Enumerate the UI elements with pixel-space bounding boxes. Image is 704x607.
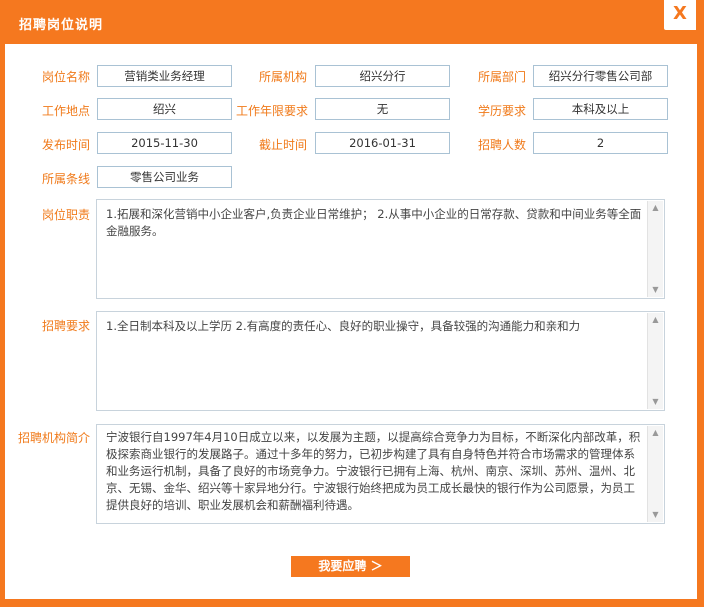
org-field: 绍兴分行 [315, 65, 450, 87]
location-label: 工作地点 [42, 104, 91, 118]
education-label: 学历要求 [478, 104, 527, 118]
intro-scrollbar[interactable]: ▲ ▼ [647, 426, 663, 522]
experience-label: 工作年限要求 [236, 104, 309, 118]
duties-textarea[interactable]: 1.拓展和深化营销中小企业客户,负责企业日常维护； 2.从事中小企业的日常存款、… [96, 199, 665, 299]
dialog-titlebar: 招聘岗位说明 X [0, 0, 704, 44]
line-label: 所属条线 [42, 172, 91, 186]
experience-field: 无 [315, 98, 450, 120]
position-name-label: 岗位名称 [42, 70, 91, 84]
job-description-dialog: 招聘岗位说明 X 岗位名称 营销类业务经理 所属机构 绍兴分行 所属部门 绍兴分… [0, 0, 704, 607]
intro-textarea[interactable]: 宁波银行自1997年4月10日成立以来，以发展为主题，以提高综合竞争力为目标，不… [96, 424, 665, 524]
intro-label: 招聘机构简介 [18, 431, 91, 445]
duties-label: 岗位职责 [42, 208, 91, 222]
intro-text: 宁波银行自1997年4月10日成立以来，以发展为主题，以提高综合竞争力为目标，不… [106, 430, 641, 512]
requirements-scrollbar[interactable]: ▲ ▼ [647, 313, 663, 409]
apply-button[interactable]: 我要应聘 ＞ [291, 556, 410, 577]
duties-text: 1.拓展和深化营销中小企业客户,负责企业日常维护； 2.从事中小企业的日常存款、… [106, 207, 642, 238]
headcount-field: 2 [533, 132, 668, 154]
location-field: 绍兴 [97, 98, 232, 120]
duties-scrollbar[interactable]: ▲ ▼ [647, 201, 663, 297]
dept-label: 所属部门 [478, 70, 527, 84]
dialog-body: 岗位名称 营销类业务经理 所属机构 绍兴分行 所属部门 绍兴分行零售公司部 工作… [5, 44, 697, 599]
scroll-down-icon[interactable]: ▼ [648, 508, 663, 522]
requirements-text: 1.全日制本科及以上学历 2.有高度的责任心、良好的职业操守，具备较强的沟通能力… [106, 319, 581, 333]
dept-field: 绍兴分行零售公司部 [533, 65, 668, 87]
requirements-label: 招聘要求 [42, 319, 91, 333]
deadline-field: 2016-01-31 [315, 132, 450, 154]
scroll-up-icon[interactable]: ▲ [648, 201, 663, 215]
requirements-textarea[interactable]: 1.全日制本科及以上学历 2.有高度的责任心、良好的职业操守，具备较强的沟通能力… [96, 311, 665, 411]
org-label: 所属机构 [259, 70, 308, 84]
publish-date-label: 发布时间 [42, 138, 91, 152]
position-name-field: 营销类业务经理 [97, 65, 232, 87]
close-button[interactable]: X [664, 0, 696, 30]
publish-date-field: 2015-11-30 [97, 132, 232, 154]
deadline-label: 截止时间 [259, 138, 308, 152]
scroll-down-icon[interactable]: ▼ [648, 283, 663, 297]
headcount-label: 招聘人数 [478, 138, 527, 152]
line-field: 零售公司业务 [97, 166, 232, 188]
scroll-up-icon[interactable]: ▲ [648, 426, 663, 440]
scroll-down-icon[interactable]: ▼ [648, 395, 663, 409]
scroll-up-icon[interactable]: ▲ [648, 313, 663, 327]
dialog-title: 招聘岗位说明 [19, 18, 104, 33]
dialog-footer [0, 599, 704, 607]
education-field: 本科及以上 [533, 98, 668, 120]
